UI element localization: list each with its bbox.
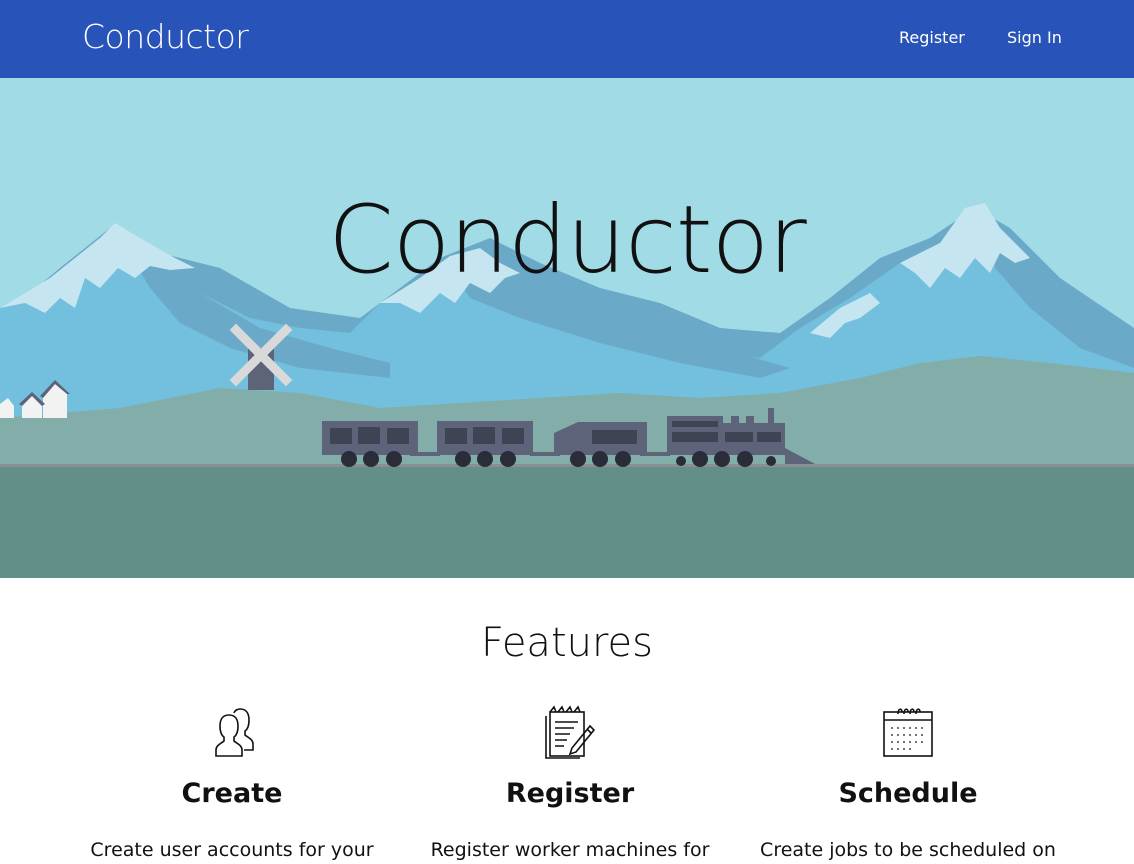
top-navbar: Conductor Register Sign In	[0, 0, 1134, 78]
document-pen-icon	[545, 705, 596, 759]
feature-schedule: Schedule Create jobs to be scheduled on	[738, 700, 1078, 864]
nav-sign-in-link[interactable]: Sign In	[1007, 28, 1062, 47]
users-icon	[215, 708, 254, 757]
feature-register-text: Register worker machines for	[430, 839, 710, 861]
feature-schedule-heading: Schedule	[838, 778, 978, 809]
feature-schedule-text: Create jobs to be scheduled on	[760, 839, 1056, 861]
brand-link[interactable]: Conductor	[82, 17, 249, 56]
feature-register: Register Register worker machines for	[400, 700, 740, 864]
feature-create: Create Create user accounts for your	[62, 700, 402, 864]
calendar-icon	[883, 708, 933, 757]
hero-banner: Conductor	[0, 78, 1134, 578]
feature-create-heading: Create	[181, 778, 283, 809]
hero-title: Conductor	[328, 186, 807, 295]
features-heading: Features	[481, 620, 653, 666]
nav-register-link[interactable]: Register	[899, 28, 965, 47]
hero-landscape-illustration	[0, 78, 1134, 578]
feature-register-heading: Register	[505, 778, 635, 809]
feature-create-text: Create user accounts for your	[90, 839, 374, 861]
